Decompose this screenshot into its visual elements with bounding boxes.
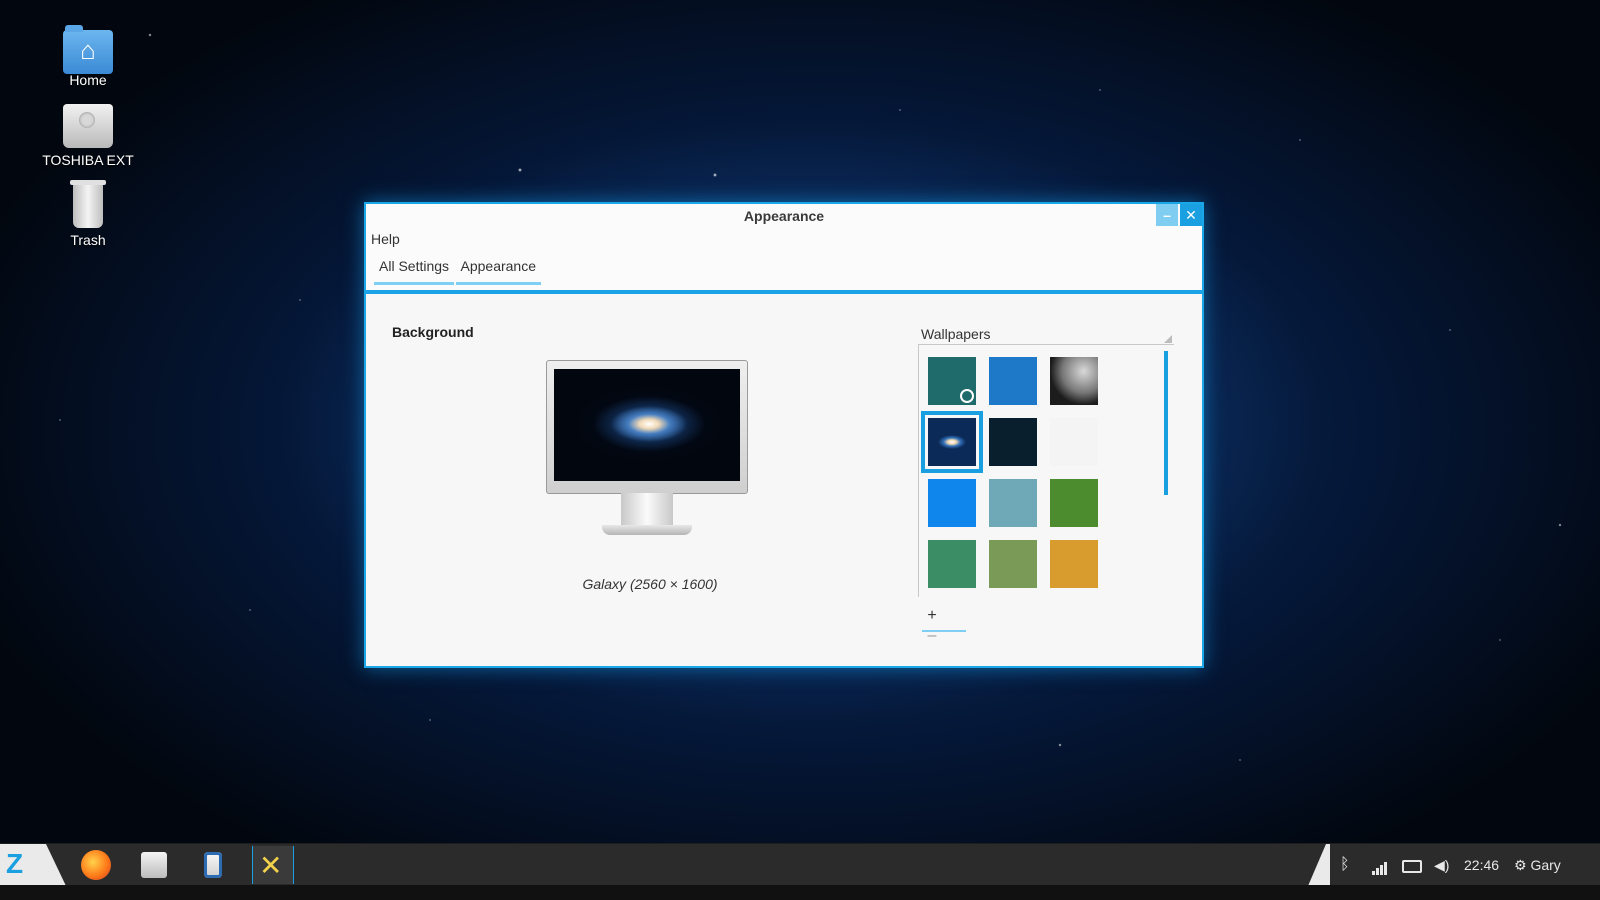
wallpapers-panel: Wallpapers + – <box>918 324 1174 644</box>
trash-icon <box>70 180 106 228</box>
system-tools-icon[interactable]: ✕ <box>252 846 294 884</box>
wallpaper-thumb-teal-clock[interactable] <box>928 357 976 405</box>
desktop-icon-label: Trash <box>70 232 106 248</box>
battery-icon[interactable] <box>1402 855 1422 875</box>
wallpaper-thumb-blue-gradient[interactable] <box>928 479 976 527</box>
close-button[interactable]: ✕ <box>1180 204 1202 226</box>
wallpaper-actions: + – <box>922 606 966 644</box>
wallpaper-thumb-galaxy[interactable] <box>921 411 983 473</box>
wallpaper-thumb-molecules[interactable] <box>1050 418 1098 466</box>
folder-home-icon <box>63 25 113 74</box>
start-menu-button[interactable]: Z <box>0 844 66 886</box>
signal-icon[interactable] <box>1372 855 1388 875</box>
wallpaper-caption: Galaxy (2560 × 1600) <box>582 576 718 592</box>
add-wallpaper-button[interactable]: + <box>922 606 942 626</box>
desktop-icon-trash[interactable]: Trash <box>30 180 146 248</box>
bluetooth-device-icon[interactable] <box>193 846 233 884</box>
firefox-icon[interactable] <box>75 846 115 884</box>
drive-icon <box>63 104 113 148</box>
wallpaper-thumb-golden-drops[interactable] <box>1050 540 1098 588</box>
monitor-frame <box>546 360 748 494</box>
file-manager-icon[interactable] <box>134 846 174 884</box>
wallpapers-list <box>918 335 1174 597</box>
monitor-stand <box>621 493 673 527</box>
minimize-button[interactable]: – <box>1156 204 1178 226</box>
monitor-preview <box>546 360 750 550</box>
wallpaper-thumb-grass[interactable] <box>1050 479 1098 527</box>
breadcrumb-appearance[interactable]: Appearance <box>455 250 542 285</box>
taskbar: Z ✕ ᛒ ◀) 22:46 ⚙ Gary <box>0 843 1600 886</box>
gear-icon: ⚙ <box>1514 857 1527 873</box>
wallpaper-thumb-green-rope[interactable] <box>928 540 976 588</box>
menubar: Help <box>366 228 1202 250</box>
tray-divider <box>1308 844 1332 886</box>
appearance-content: Background Galaxy (2560 × 1600) Wallpape… <box>366 294 1202 666</box>
zorin-logo-icon: Z <box>6 848 24 879</box>
wallpaper-thumb-moon[interactable] <box>1050 357 1098 405</box>
desktop-icon-toshiba-ext[interactable]: TOSHIBA EXT <box>30 104 146 168</box>
wallpaper-thumb-sea-rocks[interactable] <box>989 479 1037 527</box>
monitor-base <box>602 525 692 535</box>
appearance-window: Appearance – ✕ Help All Settings Appeara… <box>364 202 1204 668</box>
resize-corner-icon <box>1164 335 1172 343</box>
desktop-icon-label: Home <box>69 72 107 88</box>
timed-wallpaper-icon <box>960 389 974 403</box>
wallpapers-scrollbar[interactable] <box>1164 351 1168 495</box>
remove-wallpaper-button[interactable]: – <box>922 626 942 646</box>
window-titlebar[interactable]: Appearance – ✕ <box>366 204 1202 228</box>
menu-help[interactable]: Help <box>371 231 400 247</box>
user-menu[interactable]: ⚙ Gary <box>1514 855 1561 875</box>
desktop-icon-home[interactable]: Home <box>30 24 146 88</box>
user-name: Gary <box>1530 857 1561 873</box>
background-heading: Background <box>392 324 474 340</box>
wallpaper-thumb-dark-stars[interactable] <box>989 418 1037 466</box>
system-tray: ᛒ ◀) 22:46 ⚙ Gary <box>1330 844 1600 886</box>
clock[interactable]: 22:46 <box>1464 855 1499 875</box>
wallpaper-thumb-underwater[interactable] <box>989 357 1037 405</box>
breadcrumb-all-settings[interactable]: All Settings <box>374 250 455 285</box>
taskbar-bottom-edge <box>0 885 1600 900</box>
wallpaper-thumb-wetland[interactable] <box>989 540 1037 588</box>
bluetooth-icon[interactable]: ᛒ <box>1340 855 1350 875</box>
volume-icon[interactable]: ◀) <box>1434 855 1449 875</box>
desktop-icon-label: TOSHIBA EXT <box>42 152 134 168</box>
window-title: Appearance <box>743 208 825 224</box>
wallpapers-title: Wallpapers <box>921 326 991 342</box>
breadcrumb: All Settings Appearance <box>366 250 1202 294</box>
wallpaper-preview-image <box>554 369 740 481</box>
